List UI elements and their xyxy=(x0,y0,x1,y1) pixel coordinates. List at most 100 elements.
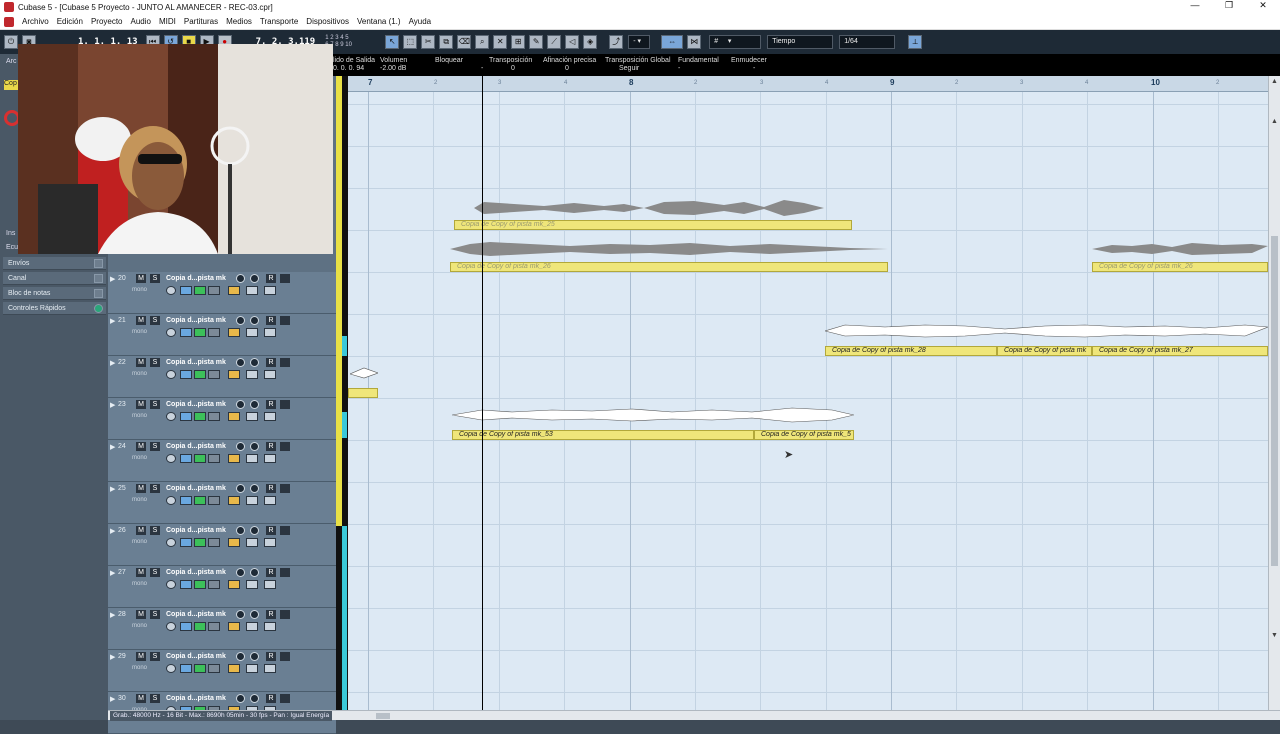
folder-icon[interactable] xyxy=(264,496,276,505)
sends-bypass-icon[interactable] xyxy=(208,622,220,631)
info-finetune[interactable]: Afinación precisa 0 xyxy=(543,57,596,72)
mute-button[interactable]: M xyxy=(136,568,146,577)
glue-tool-icon[interactable]: ⧉ xyxy=(439,35,454,49)
record-enable-knob-icon[interactable] xyxy=(236,652,245,661)
record-enable-knob-icon[interactable] xyxy=(236,274,245,283)
eq-bypass-icon[interactable] xyxy=(194,664,206,673)
menu-transporte[interactable]: Transporte xyxy=(256,17,302,26)
lock-icon[interactable] xyxy=(228,328,240,337)
lock-icon[interactable] xyxy=(228,580,240,589)
mute-button[interactable]: M xyxy=(136,484,146,493)
lanes-icon[interactable] xyxy=(246,370,258,379)
clip-mk-25[interactable]: Copia de Copy of pista mk_25 xyxy=(454,220,852,230)
record-enable-knob-icon[interactable] xyxy=(236,442,245,451)
record-enable-knob-icon[interactable] xyxy=(236,358,245,367)
edit-channel-icon[interactable] xyxy=(166,370,176,379)
zoom-tool-icon[interactable]: ⌕ xyxy=(475,35,490,49)
mute-button[interactable]: M xyxy=(136,610,146,619)
scroll-down-icon[interactable]: ▼ xyxy=(1271,632,1278,639)
eq-bypass-icon[interactable] xyxy=(194,496,206,505)
info-volume[interactable]: Volumen -2.00 dB xyxy=(380,57,407,72)
inspector-bloc-notas[interactable]: Bloc de notas xyxy=(3,287,106,300)
info-output[interactable]: lido de Salida 0. 0. 0. 94 xyxy=(333,57,375,72)
edit-channel-icon[interactable] xyxy=(166,328,176,337)
mute-button[interactable]: M xyxy=(136,694,146,703)
draw-tool-icon[interactable]: ✎ xyxy=(529,35,544,49)
activate-project-button[interactable]: ⏻ xyxy=(4,35,18,49)
inserts-bypass-icon[interactable] xyxy=(180,412,192,421)
split-tool-icon[interactable]: ✂ xyxy=(421,35,436,49)
horizontal-scroll-thumb[interactable] xyxy=(376,713,390,719)
read-automation-button[interactable]: R xyxy=(266,694,276,703)
read-automation-button[interactable]: R xyxy=(266,526,276,535)
solo-button[interactable]: S xyxy=(150,358,160,367)
clip-mk[interactable]: Copia de Copy of pista mk xyxy=(997,346,1092,356)
read-automation-button[interactable]: R xyxy=(266,274,276,283)
read-automation-button[interactable]: R xyxy=(266,484,276,493)
track-row[interactable]: ▶ 26 M S Copia d...pista mk Rmono xyxy=(108,524,336,566)
inspector-eq-label[interactable]: Ecu xyxy=(6,244,18,251)
record-enable-knob-icon[interactable] xyxy=(236,568,245,577)
sends-bypass-icon[interactable] xyxy=(208,286,220,295)
object-selection-tool-icon[interactable]: ↖ xyxy=(385,35,400,49)
track-expand-icon[interactable]: ▶ xyxy=(110,443,115,451)
clip-mk-53[interactable]: Copia de Copy of pista mk_53 xyxy=(452,430,754,440)
track-row[interactable]: ▶ 25 M S Copia d...pista mk Rmono xyxy=(108,482,336,524)
lanes-icon[interactable] xyxy=(246,622,258,631)
sends-bypass-icon[interactable] xyxy=(208,412,220,421)
monitor-knob-icon[interactable] xyxy=(250,358,259,367)
info-root-key[interactable]: Fundamental - xyxy=(678,57,719,72)
grid-type-dropdown[interactable]: # ▾ xyxy=(709,35,762,49)
menu-ventana[interactable]: Ventana (1.) xyxy=(353,17,405,26)
play-tool-icon[interactable]: ◁ xyxy=(565,35,580,49)
clip-mk-26-b[interactable]: Copia de Copy of pista mk_26 xyxy=(1092,262,1268,272)
track-name[interactable]: Copia d...pista mk xyxy=(166,653,226,660)
lock-icon[interactable] xyxy=(228,286,240,295)
inserts-bypass-icon[interactable] xyxy=(180,538,192,547)
track-expand-icon[interactable]: ▶ xyxy=(110,317,115,325)
inserts-bypass-icon[interactable] xyxy=(180,496,192,505)
lanes-icon[interactable] xyxy=(246,328,258,337)
sends-bypass-icon[interactable] xyxy=(208,328,220,337)
snap-toggle-icon[interactable]: ⇔ xyxy=(661,35,684,49)
inspector-canal[interactable]: Canal xyxy=(3,272,106,285)
eq-bypass-icon[interactable] xyxy=(194,370,206,379)
lanes-icon[interactable] xyxy=(246,664,258,673)
color-tool-icon[interactable]: ◈ xyxy=(583,35,598,49)
edit-channel-icon[interactable] xyxy=(166,664,176,673)
inserts-bypass-icon[interactable] xyxy=(180,454,192,463)
solo-button[interactable]: S xyxy=(150,526,160,535)
nudge-dropdown[interactable]: - ▾ xyxy=(628,35,651,49)
track-row[interactable]: ▶ 29 M S Copia d...pista mk Rmono xyxy=(108,650,336,692)
menu-dispositivos[interactable]: Dispositivos xyxy=(302,17,353,26)
record-enable-knob-icon[interactable] xyxy=(236,526,245,535)
lock-icon[interactable] xyxy=(228,664,240,673)
track-name[interactable]: Copia d...pista mk xyxy=(166,695,226,702)
info-transpose[interactable]: Transposición 0 xyxy=(489,57,532,72)
mute-button[interactable]: M xyxy=(136,358,146,367)
menu-partituras[interactable]: Partituras xyxy=(180,17,222,26)
lanes-icon[interactable] xyxy=(246,286,258,295)
folder-icon[interactable] xyxy=(264,538,276,547)
eraser-tool-icon[interactable]: ⌫ xyxy=(457,35,472,49)
solo-button[interactable]: S xyxy=(150,274,160,283)
clip-mk-26-a[interactable]: Copia de Copy of pista mk_26 xyxy=(450,262,888,272)
write-automation-button[interactable] xyxy=(280,610,290,619)
mute-button[interactable]: M xyxy=(136,274,146,283)
eq-bypass-icon[interactable] xyxy=(194,286,206,295)
monitor-knob-icon[interactable] xyxy=(250,526,259,535)
edit-channel-icon[interactable] xyxy=(166,580,176,589)
mute-button[interactable]: M xyxy=(136,526,146,535)
menu-midi[interactable]: MIDI xyxy=(155,17,180,26)
edit-channel-icon[interactable] xyxy=(166,286,176,295)
track-row[interactable]: ▶ 24 M S Copia d...pista mk Rmono xyxy=(108,440,336,482)
vertical-scrollbar[interactable]: ▲ ▲ ▼ xyxy=(1268,76,1280,710)
inserts-bypass-icon[interactable] xyxy=(180,580,192,589)
lock-icon[interactable] xyxy=(228,454,240,463)
quantize-dropdown[interactable]: 1/64 xyxy=(839,35,896,49)
solo-button[interactable]: S xyxy=(150,442,160,451)
lanes-icon[interactable] xyxy=(246,454,258,463)
playback-cursor[interactable] xyxy=(482,76,483,710)
folder-icon[interactable] xyxy=(264,622,276,631)
inspector-envios[interactable]: Envíos xyxy=(3,257,106,270)
